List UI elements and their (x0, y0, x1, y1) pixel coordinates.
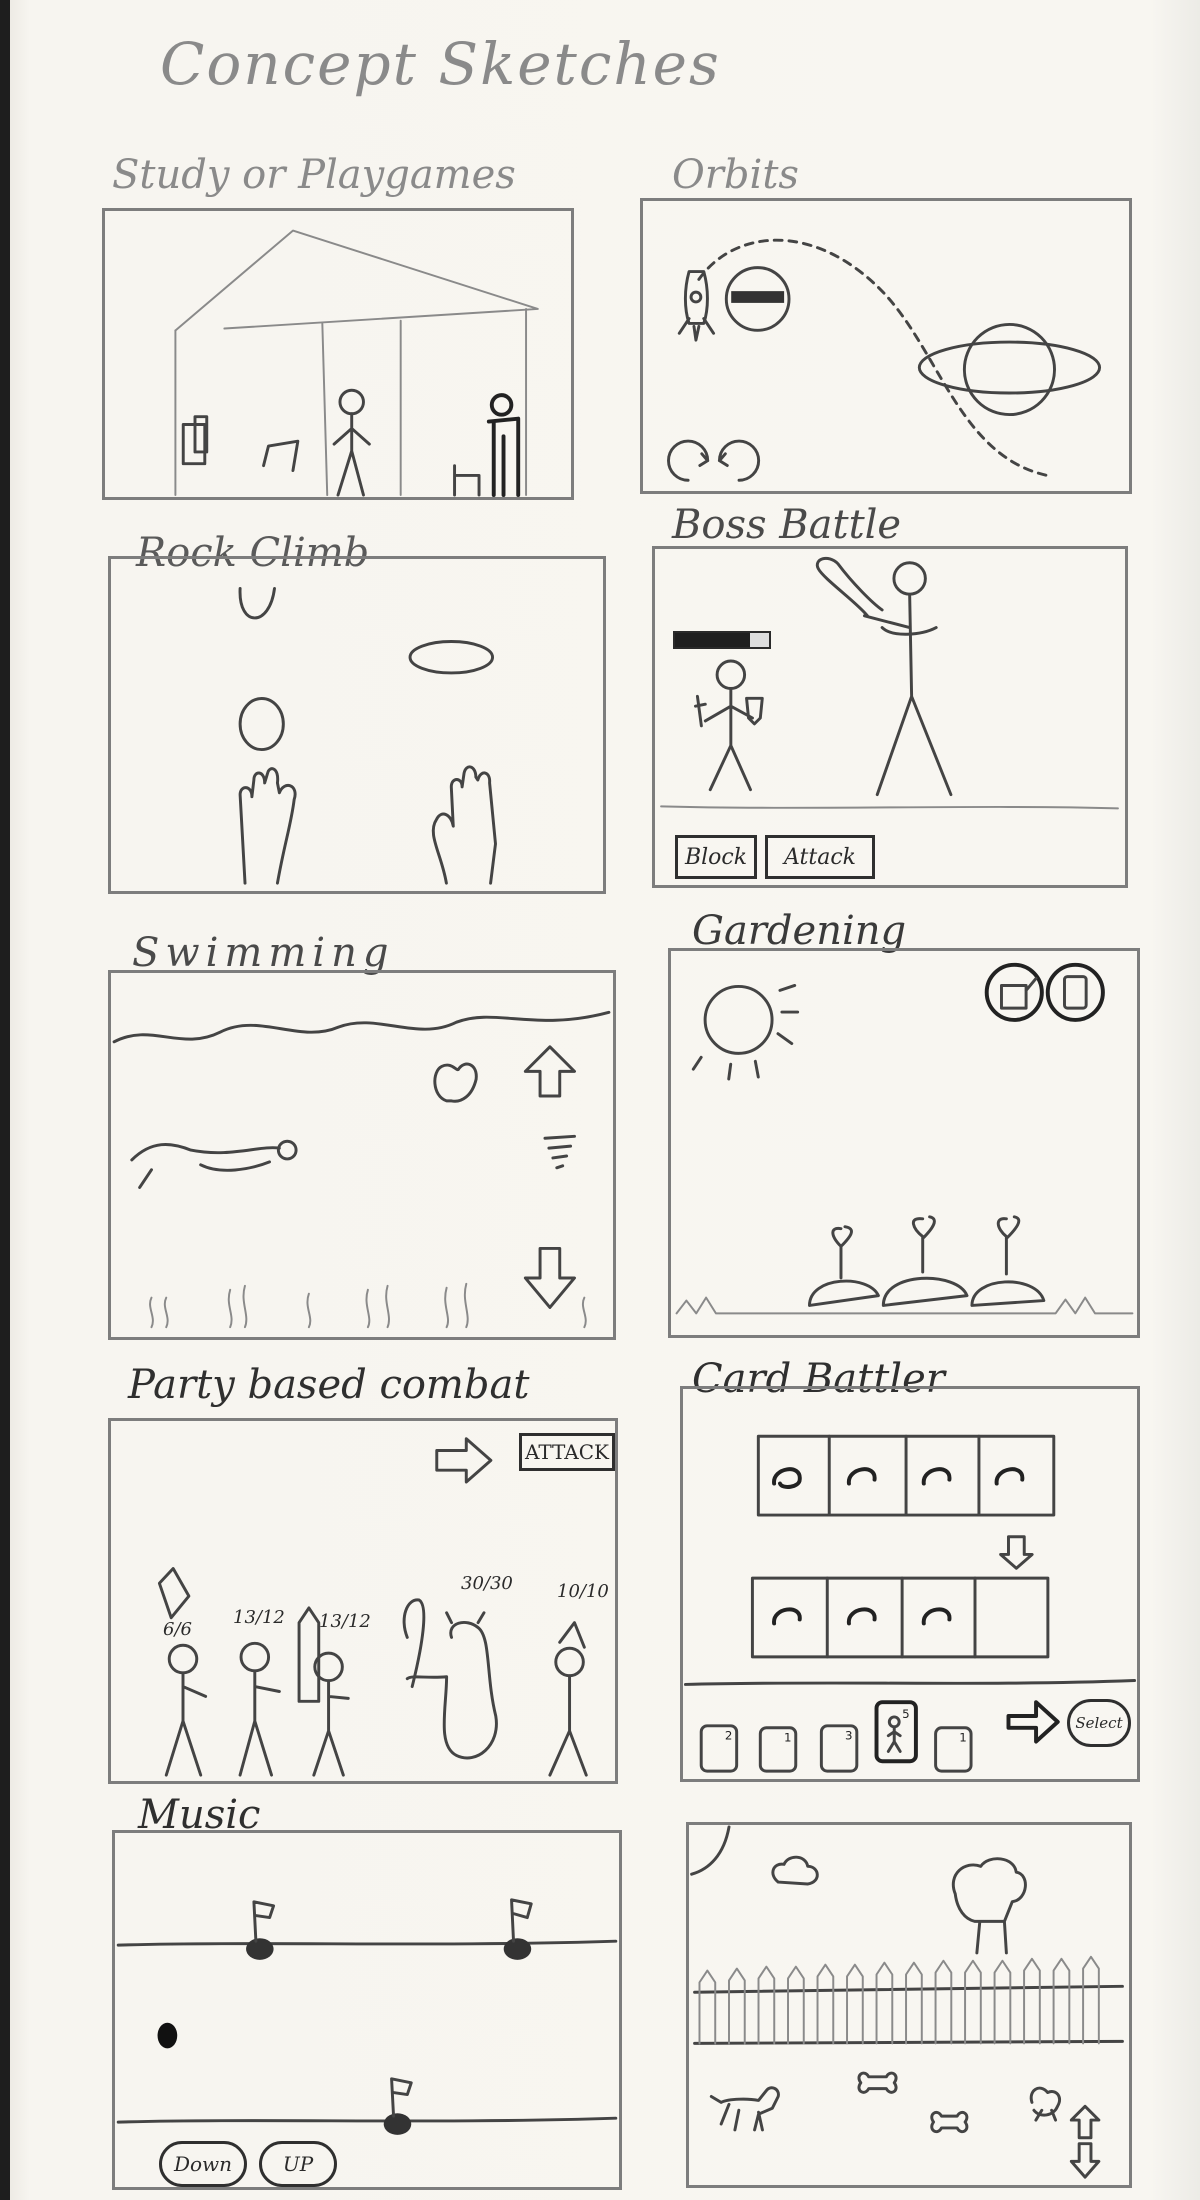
enemy-1-hp: 30/30 (461, 1573, 513, 1594)
player-health-fill (675, 633, 751, 647)
orbits-scene (667, 238, 1102, 482)
rocket-icon (677, 270, 716, 342)
hand-card-5[interactable]: 1 (934, 1726, 973, 1773)
card-battler-panel: 2 1 3 5 1 Select (680, 1386, 1140, 1782)
study-label: Study or Playgames (112, 152, 516, 198)
backyard-scene (690, 1825, 1124, 2179)
arrow-up-icon[interactable] (1069, 2104, 1101, 2140)
hero-2-hp: 13/12 (233, 1607, 285, 1628)
rock-climb-scene (238, 586, 497, 885)
block-button[interactable]: Block (675, 835, 757, 879)
hand-card-1-cost: 2 (725, 1729, 733, 1743)
swimming-scene (112, 1010, 611, 1329)
swimming-panel (108, 970, 616, 1340)
hand-card-1[interactable]: 2 (699, 1724, 739, 1773)
orbits-panel (640, 198, 1132, 494)
page-title: Concept Sketches (160, 30, 721, 98)
up-button[interactable]: UP (259, 2141, 337, 2187)
study-scene (174, 229, 539, 497)
hand-card-4-selected[interactable]: 5 (874, 1700, 918, 1764)
gardening-panel (668, 948, 1140, 1338)
boss-battle-label: Boss Battle (672, 502, 902, 548)
arrow-down-icon (523, 1246, 576, 1309)
gardening-scene (675, 962, 1134, 1315)
attack-button[interactable]: Attack (765, 835, 875, 879)
paper-edge (0, 0, 10, 2200)
seed-packet-icon[interactable] (1045, 962, 1105, 1022)
tornado-icon (543, 1134, 576, 1170)
music-panel: Down UP (112, 1830, 622, 2190)
player-health-bar (673, 631, 771, 649)
hero-1-hp: 6/6 (163, 1619, 192, 1640)
hand-card-2[interactable]: 1 (758, 1726, 798, 1773)
hand-card-3[interactable]: 3 (819, 1724, 859, 1773)
boss-battle-panel: Block Attack (652, 546, 1128, 888)
party-combat-panel: ATTACK 6/6 13/12 13/12 30/30 10/10 (108, 1418, 618, 1784)
backyard-panel (686, 1822, 1132, 2188)
watering-can-icon[interactable] (984, 962, 1044, 1022)
party-combat-label: Party based combat (128, 1362, 530, 1408)
orbits-label: Orbits (672, 152, 799, 198)
hand-card-5-cost: 1 (959, 1731, 967, 1745)
arrow-down-icon[interactable] (1069, 2142, 1101, 2179)
party-attack-button[interactable]: ATTACK (519, 1433, 615, 1471)
glove-icon (433, 1062, 478, 1103)
music-scene (116, 1898, 618, 2135)
party-combat-scene (157, 1437, 588, 1777)
rotate-right-icon (717, 439, 761, 482)
rotate-left-icon (667, 439, 710, 482)
rock-climb-panel (108, 556, 606, 894)
study-panel (102, 208, 574, 500)
select-button[interactable]: Select (1067, 1699, 1131, 1747)
enemy-2-hp: 10/10 (557, 1581, 609, 1602)
hero-3-hp: 13/12 (319, 1611, 371, 1632)
hand-card-4-cost: 5 (902, 1707, 910, 1721)
hand-card-3-cost: 3 (845, 1729, 853, 1743)
arrow-up-icon (523, 1045, 576, 1098)
arrow-right-icon (435, 1437, 493, 1484)
down-button[interactable]: Down (159, 2141, 247, 2187)
select-arrow-icon (1006, 1700, 1060, 1744)
sketch-page: Concept Sketches Study or Playgames Orbi… (0, 0, 1200, 2200)
hand-card-2-cost: 1 (784, 1731, 792, 1745)
